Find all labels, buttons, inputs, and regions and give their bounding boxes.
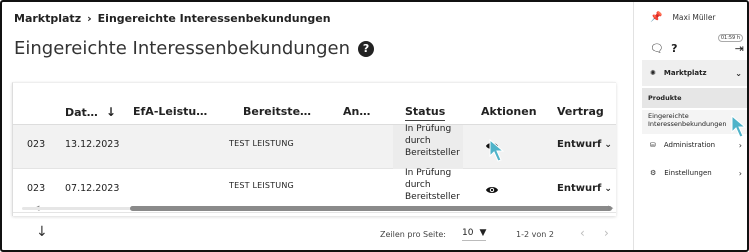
app-window: Marktplatz › Eingereichte Interessenbeku… bbox=[0, 0, 749, 252]
eye-icon[interactable] bbox=[485, 185, 499, 195]
year-fragment: 023 bbox=[27, 139, 46, 150]
data-table: Dat… ↓ EfA-Leistu… Bereitste… An… Status … bbox=[12, 82, 616, 216]
horizontal-scrollbar[interactable]: ◀ ▶ bbox=[12, 204, 616, 212]
caret-down-icon: ▼ bbox=[479, 228, 487, 238]
column-header-status[interactable]: Status bbox=[405, 105, 446, 121]
breadcrumb: Marktplatz › Eingereichte Interessenbeku… bbox=[14, 12, 331, 25]
year-fragment: 023 bbox=[27, 183, 46, 194]
logout-icon[interactable]: ⇥ bbox=[735, 42, 744, 55]
scrollbar-thumb[interactable] bbox=[130, 206, 612, 211]
marketplace-icon: ✺ bbox=[650, 69, 656, 77]
help-icon[interactable]: ? bbox=[358, 40, 375, 57]
next-page-icon[interactable]: › bbox=[604, 226, 609, 240]
user-name: Maxi Müller bbox=[672, 13, 716, 22]
page-title: Eingereichte Interessenbekundungen ? bbox=[14, 38, 375, 59]
column-header-an[interactable]: An… bbox=[343, 105, 370, 118]
chevron-down-icon: ⌄ bbox=[735, 68, 742, 78]
rows-per-page-value: 10 bbox=[462, 228, 474, 238]
column-header-date[interactable]: Dat… ↓ bbox=[65, 105, 116, 119]
sidebar-item-label: Einstellungen bbox=[664, 169, 712, 177]
user-row[interactable]: 📌 Maxi Müller bbox=[650, 12, 716, 23]
vertrag-dropdown[interactable]: Entwurf ⌄ bbox=[557, 183, 612, 194]
column-header-efa[interactable]: EfA-Leistu… bbox=[133, 105, 207, 118]
vertrag-value: Entwurf bbox=[557, 139, 602, 150]
session-timer: 01:59 h bbox=[717, 34, 743, 42]
page-title-text: Eingereichte Interessenbekundungen bbox=[14, 38, 351, 59]
sidebar-item-marktplatz[interactable]: ✺ Marktplatz ⌄ bbox=[642, 60, 747, 86]
rows-per-page-select[interactable]: 10 ▼ bbox=[462, 228, 487, 241]
column-header-date-label: Dat… bbox=[65, 106, 98, 119]
sidebar-item-label: Marktplatz bbox=[663, 69, 707, 77]
mouse-cursor-icon bbox=[489, 138, 505, 162]
breadcrumb-separator: › bbox=[87, 12, 92, 25]
chevron-down-icon: ⌄ bbox=[604, 183, 612, 194]
chevron-down-icon: ⌄ bbox=[604, 139, 612, 150]
gear-icon: ⚙ bbox=[650, 169, 657, 177]
status-cell: In Prüfung durch Bereitsteller bbox=[405, 168, 460, 202]
sort-down-icon[interactable]: ↓ bbox=[106, 105, 116, 119]
question-icon[interactable]: ? bbox=[671, 42, 677, 55]
date-cell: 07.12.2023 bbox=[65, 183, 120, 194]
breadcrumb-current: Eingereichte Interessenbekundungen bbox=[97, 12, 331, 25]
sidebar-item-einstellungen[interactable]: ⚙ Einstellungen › bbox=[642, 162, 747, 184]
breadcrumb-marktplatz[interactable]: Marktplatz bbox=[14, 12, 81, 25]
pin-icon[interactable]: 📌 bbox=[650, 12, 662, 23]
sidebar-icons-row: 🗨 ? ⇥ bbox=[650, 42, 744, 55]
rows-per-page-label: Zeilen pro Seite: bbox=[380, 230, 446, 239]
leistung-cell: TEST LEISTUNG bbox=[229, 139, 294, 148]
scroll-right-icon[interactable]: ▶ bbox=[608, 204, 613, 212]
leistung-cell: TEST LEISTUNG bbox=[229, 181, 294, 190]
mouse-cursor-icon bbox=[731, 114, 747, 138]
table-header: Dat… ↓ EfA-Leistu… Bereitste… An… Status … bbox=[13, 83, 616, 125]
status-cell: In Prüfung durch Bereitsteller bbox=[405, 124, 460, 158]
chevron-right-icon: › bbox=[738, 140, 742, 150]
date-cell: 13.12.2023 bbox=[65, 139, 120, 150]
main-content: Marktplatz › Eingereichte Interessenbeku… bbox=[2, 2, 633, 250]
prev-page-icon[interactable]: ‹ bbox=[580, 226, 585, 240]
message-icon[interactable]: 🗨 bbox=[650, 42, 664, 55]
pagination-range: 1-2 von 2 bbox=[516, 230, 554, 239]
sidebar-item-label: Administration bbox=[663, 141, 716, 149]
column-header-aktionen: Aktionen bbox=[481, 105, 537, 118]
column-header-bereitsteller[interactable]: Bereitste… bbox=[243, 105, 311, 118]
table-row[interactable]: 023 13.12.2023 TEST LEISTUNG In Prüfung … bbox=[13, 124, 616, 169]
sidebar-subitem-produkte[interactable]: Produkte bbox=[642, 88, 747, 108]
column-header-vertrag[interactable]: Vertrag bbox=[557, 105, 604, 118]
table-footer: ↓ Zeilen pro Seite: 10 ▼ 1-2 von 2 ‹ › bbox=[12, 214, 616, 250]
vertrag-value: Entwurf bbox=[557, 183, 602, 194]
vertrag-dropdown[interactable]: Entwurf ⌄ bbox=[557, 139, 612, 150]
arrow-down-icon[interactable]: ↓ bbox=[36, 224, 48, 240]
sidebar: 📌 Maxi Müller 01:59 h 🗨 ? ⇥ ✺ Marktplatz… bbox=[633, 2, 747, 250]
chevron-right-icon: › bbox=[738, 168, 742, 178]
database-gear-icon: ⛁ bbox=[650, 141, 656, 149]
